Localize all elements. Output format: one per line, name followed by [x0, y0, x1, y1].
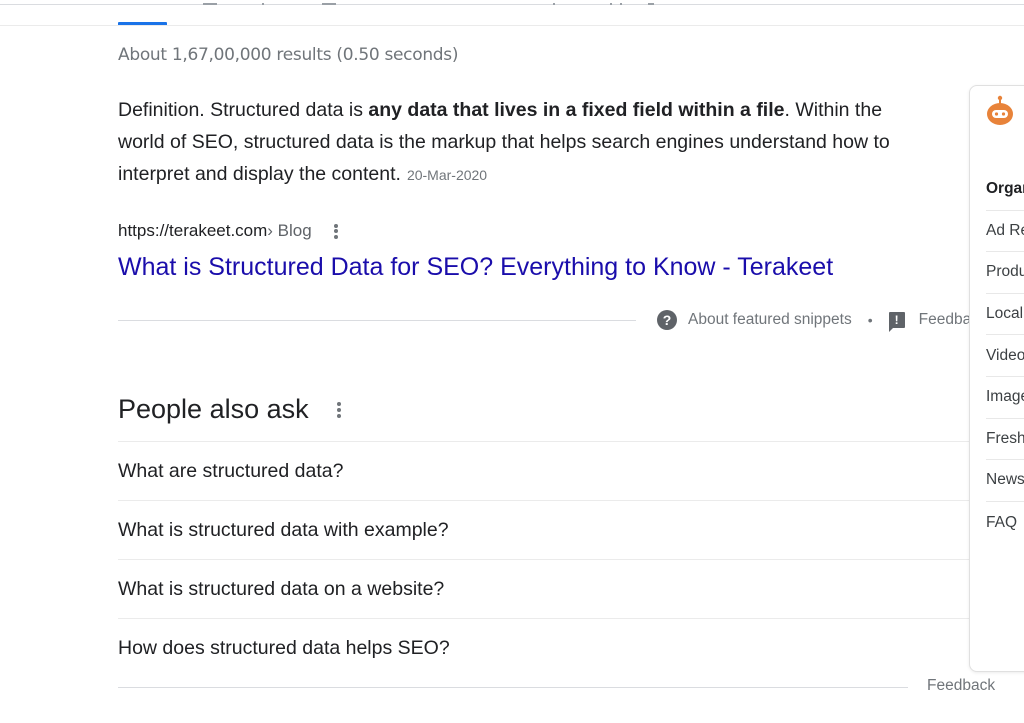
paa-more-options-icon[interactable] — [336, 401, 341, 418]
more-options-icon[interactable] — [333, 223, 338, 239]
result-stats: About 1,67,00,000 results (0.50 seconds) — [118, 45, 459, 65]
snippet-line-1: Definition. Structured data is any data … — [118, 99, 883, 121]
snippet-divider — [118, 320, 636, 321]
ext-item-products[interactable]: Products — [986, 252, 1024, 294]
extension-menu: Organic Ad Results Products Local Videos… — [986, 169, 1024, 543]
ext-item-videos[interactable]: Videos — [986, 335, 1024, 377]
snippet-footer: ? About featured snippets • ! Feedback — [657, 310, 987, 332]
robot-icon[interactable] — [983, 94, 1017, 128]
ext-item-organic[interactable]: Organic — [986, 169, 1024, 211]
snippet-line-2: world of SEO, structured data is the mar… — [118, 131, 890, 153]
extension-panel: Organic Ad Results Products Local Videos… — [969, 85, 1024, 672]
cite-domain[interactable]: https://terakeet.com — [118, 221, 267, 241]
ext-item-local[interactable]: Local — [986, 294, 1024, 336]
result-cite: https://terakeet.com › Blog — [118, 221, 338, 241]
ext-item-faq[interactable]: FAQ — [986, 502, 1024, 544]
ext-item-news[interactable]: News — [986, 460, 1024, 502]
ext-item-ad-results[interactable]: Ad Results — [986, 211, 1024, 253]
separator-dot: • — [867, 312, 873, 328]
ext-item-fresh[interactable]: Fresh — [986, 419, 1024, 461]
snippet-date: 20-Mar-2020 — [406, 167, 488, 183]
cite-breadcrumb: › Blog — [267, 221, 312, 240]
tabs-divider — [0, 25, 1024, 26]
about-featured-snippets-link[interactable]: About featured snippets — [688, 311, 852, 329]
paa-feedback-link[interactable]: Feedback — [927, 677, 995, 695]
paa-question[interactable]: What is structured data with example? — [118, 500, 970, 559]
featured-snippet-text: Definition. Structured data is any data … — [118, 94, 968, 191]
paa-bottom-divider — [118, 687, 908, 688]
result-title-link[interactable]: What is Structured Data for SEO? Everyth… — [118, 253, 833, 282]
paa-question[interactable]: What is structured data on a website? — [118, 559, 970, 618]
feedback-icon[interactable]: ! — [888, 312, 905, 332]
help-circle-icon[interactable]: ? — [657, 310, 677, 330]
snippet-line-3: interpret and display the content. 20-Mar… — [118, 163, 488, 185]
people-also-ask-list: What are structured data? What is struct… — [118, 441, 970, 677]
snippet-highlight: any data that lives in a fixed field wit… — [368, 99, 785, 121]
search-tabs-remnant — [0, 3, 1024, 6]
paa-question[interactable]: What are structured data? — [118, 441, 970, 500]
paa-question[interactable]: How does structured data helps SEO? — [118, 618, 970, 677]
ext-item-images[interactable]: Images — [986, 377, 1024, 419]
people-also-ask-heading: People also ask — [118, 394, 341, 425]
